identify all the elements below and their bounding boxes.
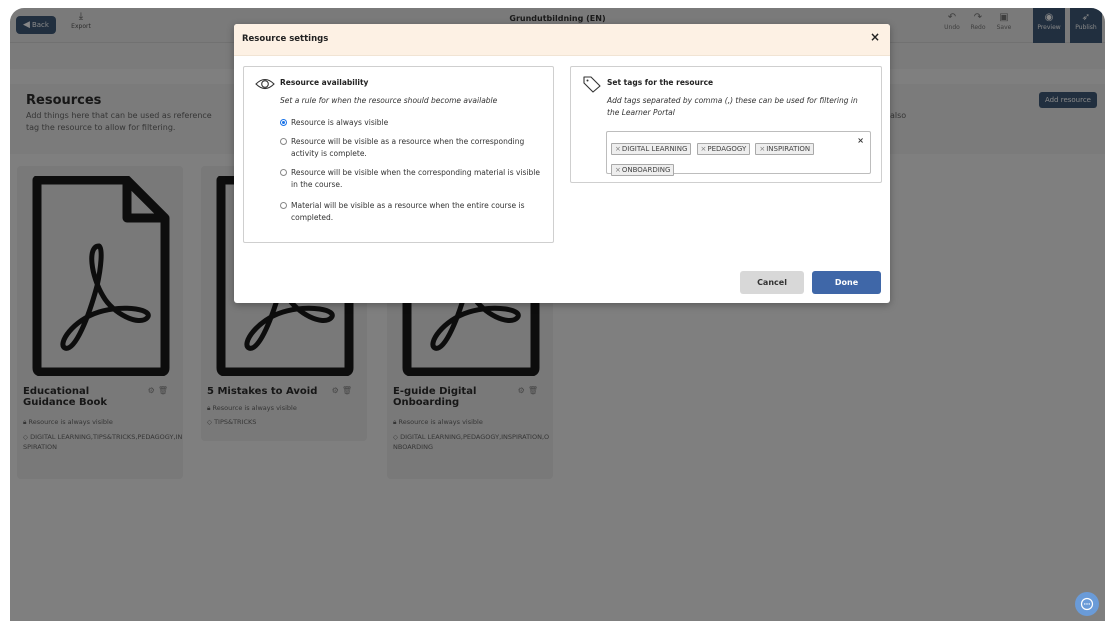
tags-input[interactable]: ×DIGITAL LEARNING ×PEDAGOGY ×INSPIRATION… bbox=[606, 131, 871, 176]
tag-label: DIGITAL LEARNING bbox=[621, 145, 688, 153]
dialog-title: Resource settings bbox=[242, 34, 329, 44]
clear-tags-icon[interactable]: × bbox=[857, 136, 864, 145]
radio-button[interactable] bbox=[280, 119, 287, 126]
option-label: Resource is always visible bbox=[291, 118, 389, 127]
resource-settings-dialog: Resource settings × Resource availabilit… bbox=[234, 24, 890, 303]
chat-icon bbox=[1080, 597, 1094, 611]
tag-icon bbox=[583, 76, 601, 93]
tag-chip: ×PEDAGOGY bbox=[696, 143, 751, 155]
chat-button[interactable] bbox=[1075, 592, 1099, 616]
cancel-button[interactable]: Cancel bbox=[740, 271, 804, 294]
option-label: Material will be visible as a resource w… bbox=[291, 201, 525, 222]
option-course-completed[interactable]: Material will be visible as a resource w… bbox=[280, 200, 540, 224]
availability-title: Resource availability bbox=[280, 78, 369, 87]
option-label: Resource will be visible as a resource w… bbox=[291, 137, 525, 158]
close-icon[interactable]: × bbox=[870, 30, 880, 44]
tags-title: Set tags for the resource bbox=[607, 78, 714, 87]
dialog-header: Resource settings × bbox=[234, 24, 890, 56]
tag-chip: ×ONBOARDING bbox=[611, 164, 675, 176]
tag-chip: ×DIGITAL LEARNING bbox=[611, 143, 692, 155]
remove-tag-icon[interactable]: × bbox=[701, 145, 707, 153]
tags-panel: Set tags for the resource Add tags separ… bbox=[570, 66, 882, 183]
done-button[interactable]: Done bbox=[812, 271, 881, 294]
tag-label: PEDAGOGY bbox=[707, 145, 747, 153]
option-label: Resource will be visible when the corres… bbox=[291, 168, 540, 189]
remove-tag-icon[interactable]: × bbox=[615, 166, 621, 174]
radio-button[interactable] bbox=[280, 169, 287, 176]
availability-panel: Resource availability Set a rule for whe… bbox=[243, 66, 554, 243]
availability-subtitle: Set a rule for when the resource should … bbox=[280, 96, 498, 105]
tag-chip: ×INSPIRATION bbox=[755, 143, 815, 155]
radio-button[interactable] bbox=[280, 202, 287, 209]
remove-tag-icon[interactable]: × bbox=[759, 145, 765, 153]
tag-label: INSPIRATION bbox=[766, 145, 811, 153]
remove-tag-icon[interactable]: × bbox=[615, 145, 621, 153]
eye-icon bbox=[255, 78, 275, 90]
radio-button[interactable] bbox=[280, 138, 287, 145]
option-always-visible[interactable]: Resource is always visible bbox=[280, 117, 540, 129]
option-material-visible[interactable]: Resource will be visible when the corres… bbox=[280, 167, 540, 191]
tags-subtitle: Add tags separated by comma (,) these ca… bbox=[607, 96, 858, 117]
option-activity-complete[interactable]: Resource will be visible as a resource w… bbox=[280, 136, 540, 160]
tag-label: ONBOARDING bbox=[621, 166, 671, 174]
